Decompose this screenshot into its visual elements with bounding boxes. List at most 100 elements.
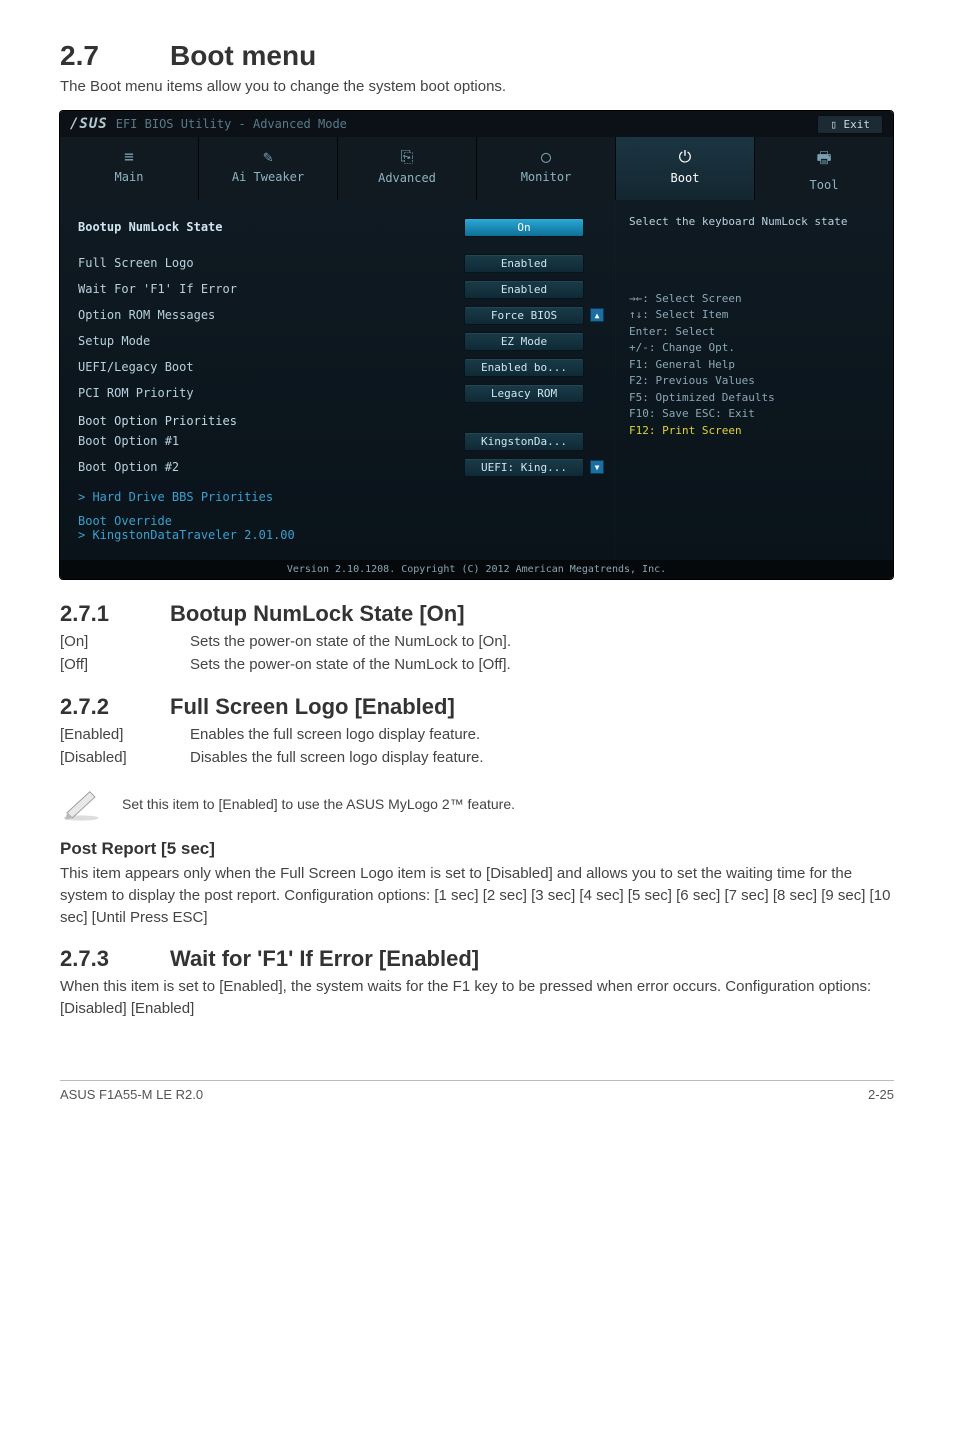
row-label: Wait For 'F1' If Error <box>78 282 464 296</box>
option-key: [Disabled] <box>60 747 190 770</box>
row-numlock[interactable]: Bootup NumLock State On <box>78 214 604 240</box>
tab-label: Main <box>115 170 144 184</box>
option-row-disabled: [Disabled] Disables the full screen logo… <box>60 747 894 770</box>
row-label: UEFI/Legacy Boot <box>78 360 464 374</box>
hard-drive-bbs-link[interactable]: > Hard Drive BBS Priorities <box>78 490 604 504</box>
tweaker-icon: ✎ <box>199 147 337 166</box>
row-label: Full Screen Logo <box>78 256 464 270</box>
option-row-off: [Off] Sets the power-on state of the Num… <box>60 654 894 677</box>
bios-exit-label: Exit <box>844 118 871 131</box>
bios-footer: Version 2.10.1208. Copyright (C) 2012 Am… <box>60 560 893 579</box>
row-value[interactable]: Legacy ROM <box>464 384 584 403</box>
subsection-number: 2.7.2 <box>60 694 170 720</box>
tab-label: Monitor <box>521 170 572 184</box>
wait-f1-body: When this item is set to [Enabled], the … <box>60 976 894 1020</box>
row-label: Bootup NumLock State <box>78 220 464 234</box>
subsection-number: 2.7.1 <box>60 601 170 627</box>
row-full-screen-logo[interactable]: Full Screen Logo Enabled <box>78 250 604 276</box>
boot-override-header: Boot Override <box>78 514 604 528</box>
boot-priorities-header: Boot Option Priorities <box>78 414 604 428</box>
row-value[interactable]: On <box>464 218 584 237</box>
advanced-icon: ⎘ <box>338 147 476 167</box>
section-heading: 2.7Boot menu <box>60 40 894 72</box>
page-footer: ASUS F1A55-M LE R2.0 2-25 <box>60 1080 894 1102</box>
exit-icon: ▯ <box>830 118 843 131</box>
help-line: ↑↓: Select Item <box>629 307 879 324</box>
subsection-heading: 2.7.1Bootup NumLock State [On] <box>60 601 894 627</box>
note-text: Set this item to [Enabled] to use the AS… <box>122 796 515 812</box>
option-desc: Enables the full screen logo display fea… <box>190 724 894 747</box>
option-row-on: [On] Sets the power-on state of the NumL… <box>60 631 894 654</box>
bios-help-panel: Select the keyboard NumLock state →←: Se… <box>614 200 893 560</box>
section-lead: The Boot menu items allow you to change … <box>60 78 894 95</box>
option-key: [On] <box>60 631 190 654</box>
help-line: F5: Optimized Defaults <box>629 390 879 407</box>
tab-ai-tweaker[interactable]: ✎ Ai Tweaker <box>199 137 338 200</box>
row-boot-option-1[interactable]: Boot Option #1 KingstonDa... <box>78 428 604 454</box>
row-boot-option-2[interactable]: Boot Option #2 UEFI: King... ▼ <box>78 454 604 480</box>
row-option-rom[interactable]: Option ROM Messages Force BIOS ▲ <box>78 302 604 328</box>
help-line: F1: General Help <box>629 357 879 374</box>
bios-exit-button[interactable]: ▯ Exit <box>817 115 883 134</box>
subsection-title: Wait for 'F1' If Error [Enabled] <box>170 946 479 971</box>
tab-boot[interactable]: ⏻ Boot <box>616 137 755 200</box>
row-value[interactable]: EZ Mode <box>464 332 584 351</box>
bios-tabs: ≡ Main ✎ Ai Tweaker ⎘ Advanced ◯ Monitor… <box>60 137 893 200</box>
row-value[interactable]: UEFI: King... <box>464 458 584 477</box>
row-uefi-legacy[interactable]: UEFI/Legacy Boot Enabled bo... <box>78 354 604 380</box>
help-title: Select the keyboard NumLock state <box>629 214 879 231</box>
tab-monitor[interactable]: ◯ Monitor <box>477 137 616 200</box>
tab-tool[interactable]: 🖶 Tool <box>755 137 893 200</box>
footer-model: ASUS F1A55-M LE R2.0 <box>60 1087 203 1102</box>
boot-override-item[interactable]: > KingstonDataTraveler 2.01.00 <box>78 528 604 542</box>
option-desc: Sets the power-on state of the NumLock t… <box>190 631 894 654</box>
row-label: Boot Option #1 <box>78 434 464 448</box>
bios-subtitle: EFI BIOS Utility - Advanced Mode <box>116 117 347 131</box>
help-line-highlight: F12: Print Screen <box>629 423 879 440</box>
section-number: 2.7 <box>60 40 170 72</box>
option-key: [Off] <box>60 654 190 677</box>
row-value[interactable]: Enabled <box>464 254 584 273</box>
post-report-body: This item appears only when the Full Scr… <box>60 863 894 928</box>
tool-icon: 🖶 <box>755 147 893 174</box>
bios-titlebar: /SUS EFI BIOS Utility - Advanced Mode ▯ … <box>60 111 893 137</box>
note-block: Set this item to [Enabled] to use the AS… <box>60 785 894 823</box>
section-title-text: Boot menu <box>170 40 316 71</box>
row-label: PCI ROM Priority <box>78 386 464 400</box>
row-label: Setup Mode <box>78 334 464 348</box>
post-report-heading: Post Report [5 sec] <box>60 839 894 859</box>
option-key: [Enabled] <box>60 724 190 747</box>
tab-label: Advanced <box>378 171 436 185</box>
list-icon: ≡ <box>60 147 198 166</box>
subsection-heading: 2.7.2Full Screen Logo [Enabled] <box>60 694 894 720</box>
monitor-icon: ◯ <box>477 147 615 166</box>
row-value[interactable]: Enabled <box>464 280 584 299</box>
help-line: F2: Previous Values <box>629 373 879 390</box>
subsection-number: 2.7.3 <box>60 946 170 972</box>
row-pci-rom[interactable]: PCI ROM Priority Legacy ROM <box>78 380 604 406</box>
scroll-up-icon[interactable]: ▲ <box>590 308 604 322</box>
tab-advanced[interactable]: ⎘ Advanced <box>338 137 477 200</box>
row-value[interactable]: Enabled bo... <box>464 358 584 377</box>
option-desc: Sets the power-on state of the NumLock t… <box>190 654 894 677</box>
power-icon: ⏻ <box>616 147 754 167</box>
bios-brand-logo: /SUS <box>70 116 108 132</box>
row-value[interactable]: KingstonDa... <box>464 432 584 451</box>
tab-main[interactable]: ≡ Main <box>60 137 199 200</box>
help-line: F10: Save ESC: Exit <box>629 406 879 423</box>
subsection-heading: 2.7.3Wait for 'F1' If Error [Enabled] <box>60 946 894 972</box>
bios-main-panel: Bootup NumLock State On Full Screen Logo… <box>60 200 614 560</box>
help-line: Enter: Select <box>629 324 879 341</box>
row-label: Option ROM Messages <box>78 308 464 322</box>
subsection-title: Full Screen Logo [Enabled] <box>170 694 455 719</box>
row-value[interactable]: Force BIOS <box>464 306 584 325</box>
row-wait-f1[interactable]: Wait For 'F1' If Error Enabled <box>78 276 604 302</box>
scroll-down-icon[interactable]: ▼ <box>590 460 604 474</box>
bios-screenshot: /SUS EFI BIOS Utility - Advanced Mode ▯ … <box>60 111 893 579</box>
note-pen-icon <box>60 785 102 823</box>
option-desc: Disables the full screen logo display fe… <box>190 747 894 770</box>
row-label: Boot Option #2 <box>78 460 464 474</box>
help-line: +/-: Change Opt. <box>629 340 879 357</box>
tab-label: Ai Tweaker <box>232 170 304 184</box>
row-setup-mode[interactable]: Setup Mode EZ Mode <box>78 328 604 354</box>
